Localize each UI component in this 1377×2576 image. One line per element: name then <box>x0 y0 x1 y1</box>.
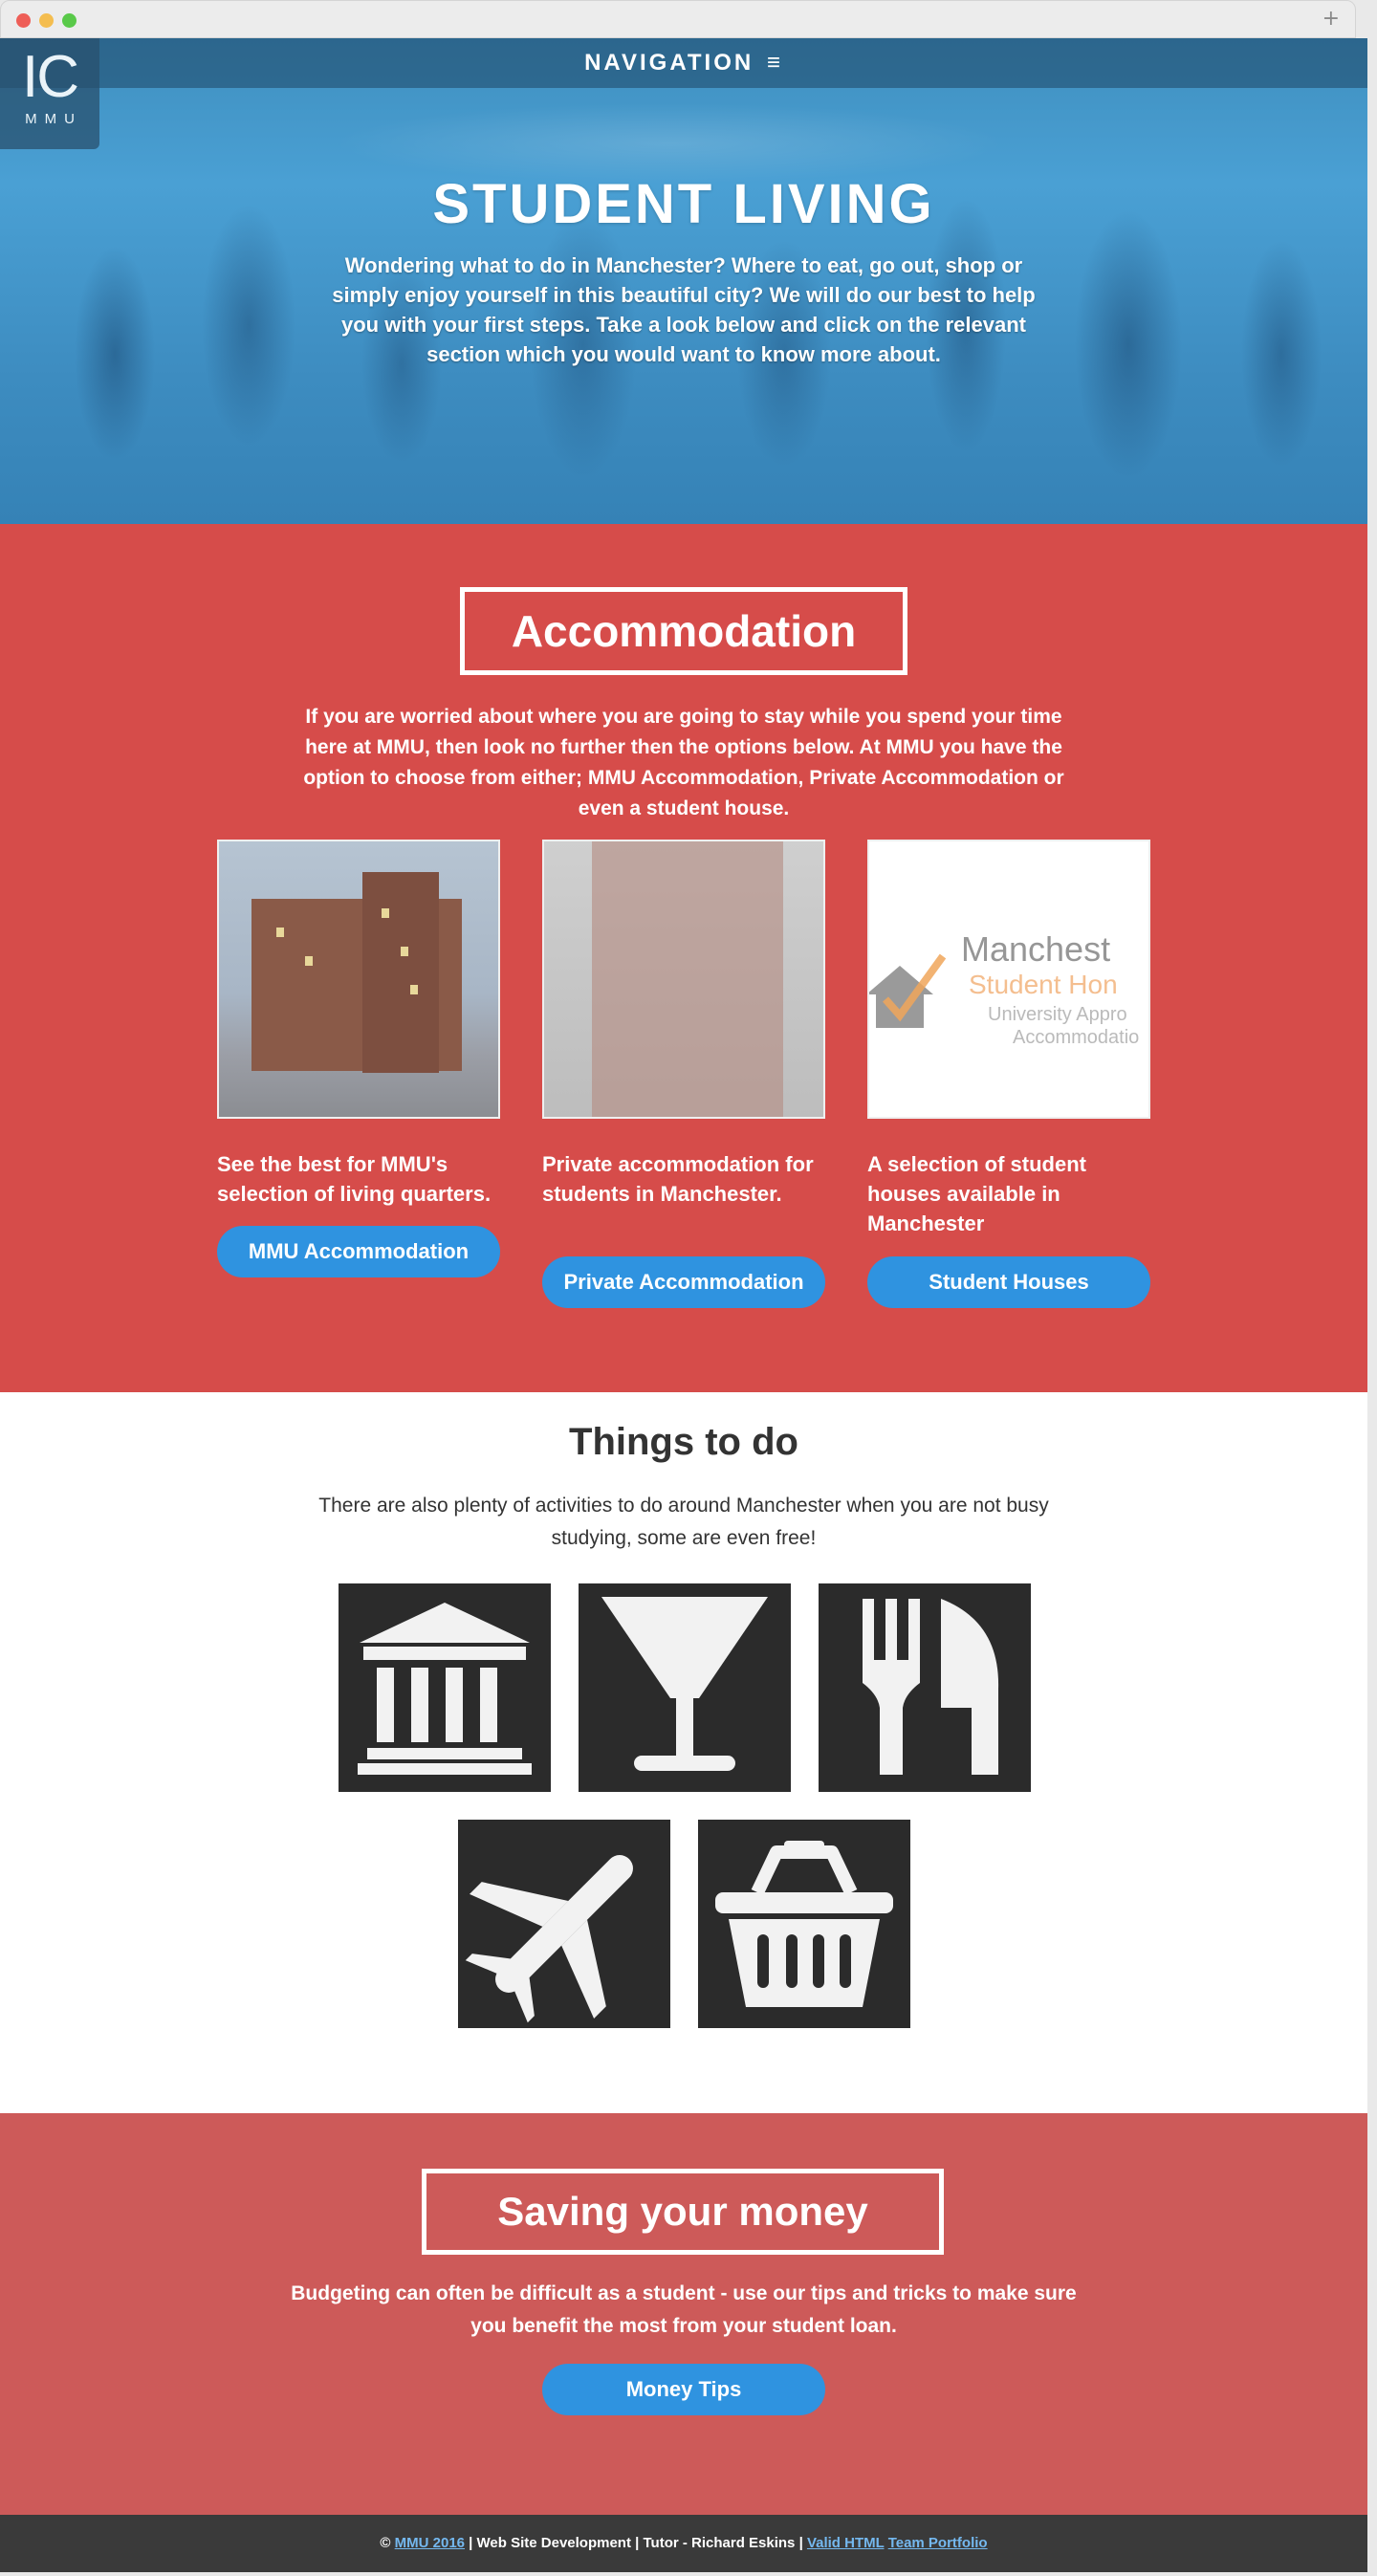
shopping-basket-icon <box>715 1841 893 2007</box>
minimize-window-icon[interactable] <box>39 13 54 28</box>
window-light <box>410 985 418 994</box>
image-text: Accommodatio <box>1013 1027 1140 1048</box>
footer-credits: | Web Site Development | Tutor - Richard… <box>465 2535 807 2551</box>
mmu-2016-link[interactable]: MMU 2016 <box>395 2535 465 2551</box>
close-window-icon[interactable] <box>16 13 31 28</box>
logo-letters: IC <box>22 44 79 110</box>
tower-block-shape <box>592 841 783 1117</box>
mmu-accommodation-image[interactable] <box>217 840 500 1119</box>
navigation-toggle[interactable]: NAVIGATION ≡ <box>0 50 1367 76</box>
card-description: Private accommodation for students in Ma… <box>542 1152 814 1206</box>
window-light <box>276 928 284 937</box>
house-logo-icon <box>869 953 947 1028</box>
team-portfolio-link[interactable]: Team Portfolio <box>888 2535 988 2551</box>
saving-text: Budgeting can often be difficult as a st… <box>291 2282 1077 2337</box>
image-text: Student Hon <box>969 970 1118 999</box>
accommodation-title: Accommodation <box>460 587 907 675</box>
window-light <box>305 956 313 966</box>
student-houses-image[interactable]: Manchest Student Hon University Appro Ac… <box>867 840 1150 1119</box>
hero-text: Wondering what to do in Manchester? Wher… <box>332 253 1036 366</box>
page: NAVIGATION ≡ IC MMU STUDENT LIVING Wonde… <box>0 38 1367 2572</box>
card-description: A selection of student houses available … <box>867 1152 1086 1235</box>
window-light <box>382 908 389 918</box>
accommodation-card-mmu: See the best for MMU's selection of livi… <box>217 840 500 1277</box>
mmu-accommodation-button[interactable]: MMU Accommodation <box>217 1226 500 1277</box>
private-accommodation-image[interactable] <box>542 840 825 1119</box>
browser-chrome: + <box>0 0 1356 38</box>
card-description: See the best for MMU's selection of livi… <box>217 1152 492 1206</box>
window-light <box>401 947 408 956</box>
travel-tile[interactable] <box>458 1820 670 2028</box>
logo-subtext: MMU <box>25 111 82 127</box>
image-text: Manchest <box>961 929 1111 969</box>
hamburger-icon: ≡ <box>766 50 783 76</box>
museum-icon <box>358 1603 532 1775</box>
new-tab-icon[interactable]: + <box>1322 7 1340 31</box>
things-to-do-section: Things to do There are also plenty of ac… <box>0 1392 1367 2113</box>
copyright-symbol: © <box>380 2535 391 2551</box>
things-text: There are also plenty of activities to d… <box>318 1495 1049 1549</box>
saving-money-section: Saving your money Budgeting can often be… <box>0 2113 1367 2515</box>
maximize-window-icon[interactable] <box>62 13 76 28</box>
restaurant-tile[interactable] <box>819 1583 1031 1792</box>
private-accommodation-button[interactable]: Private Accommodation <box>542 1256 825 1308</box>
student-houses-button[interactable]: Student Houses <box>867 1256 1150 1308</box>
shopping-tile[interactable] <box>698 1820 910 2028</box>
image-text: University Appro <box>988 1004 1127 1025</box>
museum-tile[interactable] <box>339 1583 551 1792</box>
building-tower-shape <box>362 872 439 1073</box>
footer: © MMU 2016 | Web Site Development | Tuto… <box>0 2515 1367 2572</box>
site-logo[interactable]: IC MMU <box>0 38 99 149</box>
hero-title: STUDENT LIVING <box>432 173 935 235</box>
things-title: Things to do <box>569 1421 798 1463</box>
valid-html-link[interactable]: Valid HTML <box>807 2535 885 2551</box>
money-tips-button[interactable]: Money Tips <box>542 2364 825 2415</box>
accommodation-card-private: Private accommodation for students in Ma… <box>542 840 825 1308</box>
accommodation-card-student-houses: Manchest Student Hon University Appro Ac… <box>867 840 1150 1308</box>
accommodation-text: If you are worried about where you are g… <box>303 706 1064 819</box>
bar-tile[interactable] <box>579 1583 791 1792</box>
accommodation-section: Accommodation If you are worried about w… <box>0 524 1367 1392</box>
cocktail-glass-icon <box>601 1597 768 1771</box>
airplane-icon <box>465 1855 633 2023</box>
hero-section: NAVIGATION ≡ IC MMU STUDENT LIVING Wonde… <box>0 38 1367 524</box>
fork-knife-icon <box>863 1599 999 1775</box>
navbar: NAVIGATION ≡ <box>0 38 1367 88</box>
saving-title: Saving your money <box>422 2169 944 2255</box>
navigation-label: NAVIGATION <box>584 50 754 76</box>
